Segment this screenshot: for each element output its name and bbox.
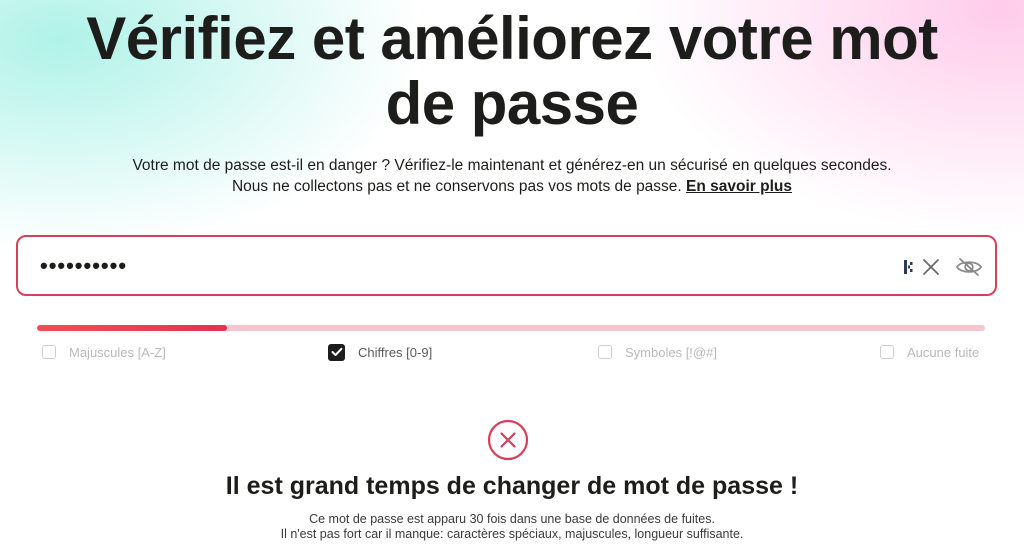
password-input[interactable]: •••••••••• (16, 235, 997, 296)
criterion-symbols: Symboles [!@#] (598, 343, 717, 361)
page-title-line-2: de passe (385, 70, 639, 137)
result-detail: Ce mot de passe est apparu 30 fois dans … (0, 512, 1024, 542)
fail-x-icon (487, 419, 529, 461)
result-detail-line-2: Il n'est pas fort car il manque: caractè… (280, 527, 744, 541)
criterion-no-leak: Aucune fuite (880, 343, 979, 361)
subtitle-line-2: Nous ne collectons pas et ne conservons … (0, 176, 1024, 197)
page-title-line-1: Vérifiez et améliorez votre mot (86, 5, 938, 72)
clear-icon[interactable] (920, 256, 942, 278)
criterion-label: Majuscules [A-Z] (69, 344, 166, 360)
result-title: Il est grand temps de changer de mot de … (225, 472, 799, 500)
password-manager-icon (902, 258, 916, 276)
eye-slash-icon[interactable] (954, 256, 984, 278)
strength-meter-fill (37, 325, 227, 331)
criterion-label: Symboles [!@#] (625, 344, 717, 360)
checkbox-icon (880, 345, 894, 359)
checkbox-checked-icon (328, 343, 345, 361)
result-detail-line-1: Ce mot de passe est apparu 30 fois dans … (309, 512, 715, 526)
subtitle-line-1: Votre mot de passe est-il en danger ? Vé… (132, 157, 892, 174)
criterion-uppercase: Majuscules [A-Z] (42, 343, 166, 361)
criterion-label: Aucune fuite (907, 344, 980, 360)
password-value[interactable]: •••••••••• (40, 251, 127, 281)
learn-more-link[interactable]: En savoir plus (686, 178, 792, 195)
checkbox-icon (42, 345, 56, 359)
subtitle-line-2-text: Nous ne collectons pas et ne conservons … (231, 178, 682, 195)
checkbox-icon (598, 345, 612, 359)
strength-meter (37, 325, 985, 331)
page-subtitle: Votre mot de passe est-il en danger ? Vé… (0, 155, 1024, 197)
criterion-digits: Chiffres [0-9] (328, 343, 432, 361)
criterion-label: Chiffres [0-9] (358, 344, 433, 360)
password-checker-page: Vérifiez et améliorez votre mot de passe… (0, 0, 1024, 544)
